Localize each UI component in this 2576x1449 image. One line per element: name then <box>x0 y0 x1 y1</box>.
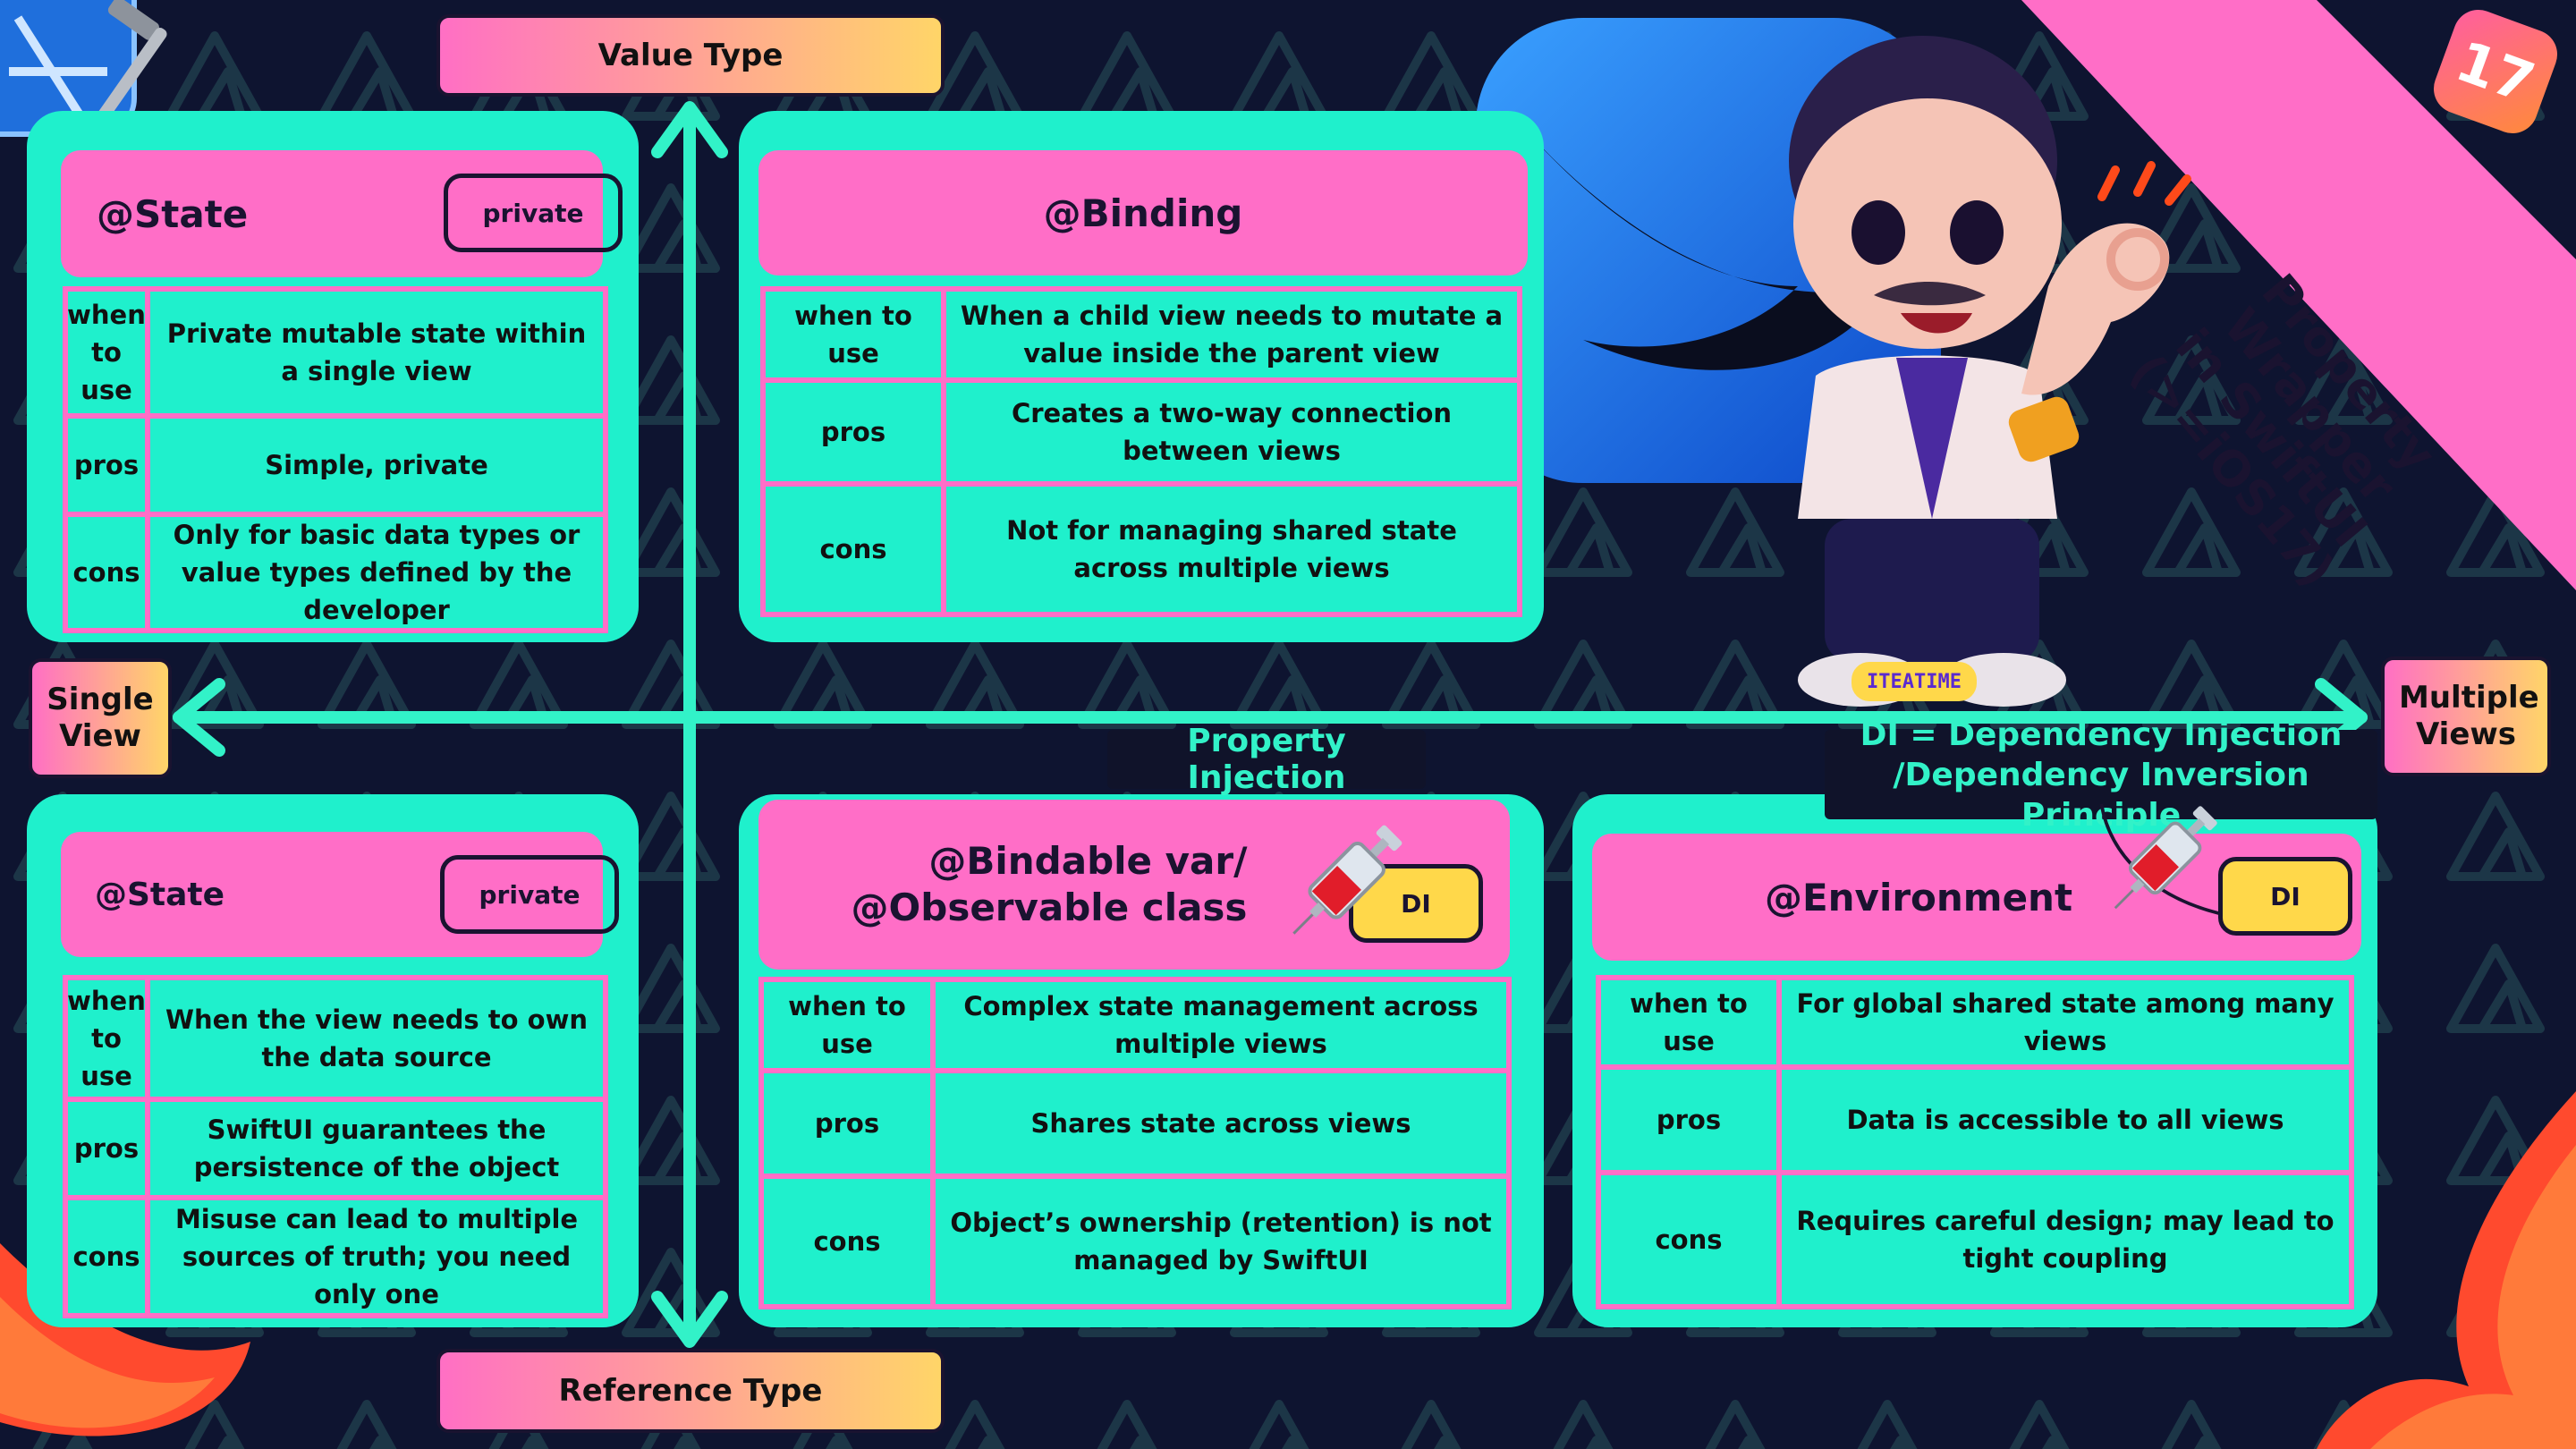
table-row: pros Shares state across views <box>764 1073 1506 1174</box>
card-title: @Binding <box>1043 191 1243 235</box>
axis-left-label: Single View <box>29 658 172 778</box>
cons-value: Misuse can lead to multiple sources of t… <box>150 1200 603 1313</box>
card-title: @State <box>95 876 225 913</box>
private-tag: private <box>440 855 619 934</box>
row-label: cons <box>766 487 941 612</box>
pros-value: Data is accessible to all views <box>1782 1070 2349 1170</box>
card-bindable: @Bindable var/ @Observable class DI when… <box>739 794 1544 1327</box>
syringe-icon <box>2099 803 2220 916</box>
table-row: cons Only for basic data types or value … <box>68 517 603 628</box>
table-row: when to use Private mutable state within… <box>67 292 603 413</box>
row-label: pros <box>68 1102 145 1195</box>
card-state-value: @State private when to use Private mutab… <box>27 111 639 642</box>
table-row: cons Not for managing shared state acros… <box>766 487 1517 612</box>
info-table: when to use Private mutable state within… <box>63 286 608 633</box>
card-environment: @Environment DI when to use For global s… <box>1572 794 2377 1327</box>
when-to-use-value: Private mutable state within a single vi… <box>150 292 603 413</box>
row-label: pros <box>1601 1070 1776 1170</box>
pros-value: Simple, private <box>150 419 603 512</box>
row-label: when to use <box>1601 980 1776 1064</box>
syringe-icon <box>1292 825 1402 935</box>
card-title: @Bindable var/ @Observable class <box>851 838 1248 930</box>
table-row: pros SwiftUI guarantees the persistence … <box>68 1102 603 1195</box>
when-to-use-value: When a child view needs to mutate a valu… <box>946 292 1517 377</box>
info-table: when to use When the view needs to own t… <box>63 975 608 1318</box>
table-row: pros Creates a two-way connection betwee… <box>766 383 1517 481</box>
card-header: @Binding <box>758 150 1528 275</box>
axis-bottom-label: Reference Type <box>436 1349 945 1433</box>
info-table: when to use When a child view needs to m… <box>760 286 1522 617</box>
when-to-use-value: When the view needs to own the data sour… <box>150 980 603 1097</box>
property-injection-badge: Property Injection <box>1107 723 1426 796</box>
row-label: when to use <box>67 980 146 1097</box>
card-title: @State <box>97 191 249 236</box>
table-row: when to use Complex state management acr… <box>764 982 1506 1068</box>
pros-value: SwiftUI guarantees the persistence of th… <box>150 1102 603 1195</box>
info-table: when to use Complex state management acr… <box>758 977 1512 1309</box>
row-label: when to use <box>766 292 941 377</box>
axis-top-label: Value Type <box>436 14 945 97</box>
table-row: cons Misuse can lead to multiple sources… <box>68 1200 603 1313</box>
cons-value: Requires careful design; may lead to tig… <box>1782 1175 2349 1304</box>
row-label: pros <box>68 419 145 512</box>
row-label: pros <box>764 1073 930 1174</box>
axis-right-label: Multiple Views <box>2381 657 2551 776</box>
row-label: when to use <box>67 292 146 413</box>
row-label: cons <box>764 1179 930 1304</box>
pros-value: Creates a two-way connection between vie… <box>946 383 1517 481</box>
when-to-use-value: Complex state management across multiple… <box>936 982 1506 1068</box>
private-tag: private <box>444 174 623 252</box>
row-label: cons <box>68 517 145 628</box>
table-row: pros Simple, private <box>68 419 603 512</box>
table-row: cons Requires careful design; may lead t… <box>1601 1175 2349 1304</box>
card-header: @Environment DI <box>1592 834 2361 961</box>
cons-value: Object’s ownership (retention) is not ma… <box>936 1179 1506 1304</box>
table-row: pros Data is accessible to all views <box>1601 1070 2349 1170</box>
table-row: when to use When the view needs to own t… <box>67 980 603 1097</box>
cons-value: Only for basic data types or value types… <box>150 517 603 628</box>
card-binding: @Binding when to use When a child view n… <box>739 111 1544 642</box>
table-row: when to use For global shared state amon… <box>1601 980 2349 1064</box>
table-row: cons Object’s ownership (retention) is n… <box>764 1179 1506 1304</box>
table-row: when to use When a child view needs to m… <box>766 292 1517 377</box>
row-label: pros <box>766 383 941 481</box>
when-to-use-value: For global shared state among many views <box>1782 980 2349 1064</box>
row-label: when to use <box>764 982 930 1068</box>
di-tag: DI <box>2218 857 2352 936</box>
card-state-reference: @State private when to use When the view… <box>27 794 639 1327</box>
card-title: @Environment <box>1764 875 2073 919</box>
card-header: @State private <box>61 832 619 957</box>
pros-value: Shares state across views <box>936 1073 1506 1174</box>
card-header: @State private <box>61 150 623 277</box>
row-label: cons <box>1601 1175 1776 1304</box>
row-label: cons <box>68 1200 145 1313</box>
info-table: when to use For global shared state amon… <box>1596 975 2354 1309</box>
cons-value: Not for managing shared state across mul… <box>946 487 1517 612</box>
